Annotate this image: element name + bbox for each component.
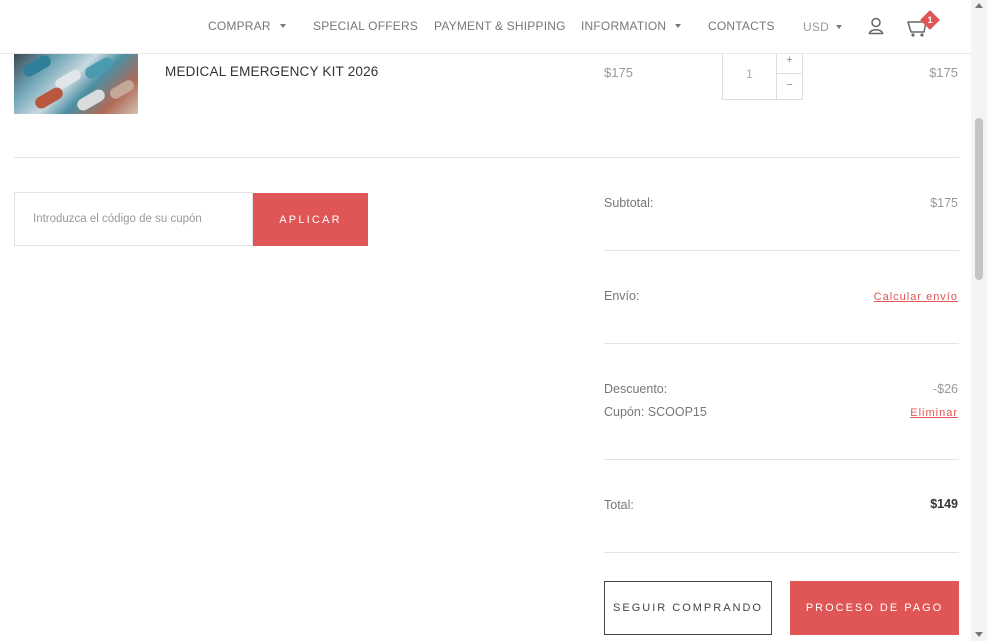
product-unit-price: $175 [604,65,633,80]
nav-comprar[interactable]: COMPRAR [208,19,286,33]
currency-label: USD [803,20,829,34]
cart-divider [14,157,959,158]
chevron-down-icon [675,24,682,28]
scrollbar[interactable] [971,0,987,641]
quantity-decrease-button[interactable]: − [777,74,802,99]
scroll-thumb[interactable] [975,118,983,280]
chevron-down-icon [279,24,286,28]
user-icon-graphic [868,17,884,35]
total-value: $149 [930,497,958,511]
user-icon[interactable] [868,17,884,35]
nav-payment-shipping[interactable]: PAYMENT & SHIPPING [434,19,566,33]
coupon-input[interactable] [14,192,253,246]
scroll-down-icon[interactable] [975,632,983,637]
cart-count: 1 [927,15,933,25]
nav-information[interactable]: INFORMATION [581,19,682,33]
shipping-label: Envío: [604,289,640,303]
quantity-input[interactable]: 1 [723,49,777,99]
nav-special-offers-label: SPECIAL OFFERS [313,19,419,33]
quantity-stepper: 1 + − [722,48,803,100]
checkout-button[interactable]: PROCESO DE PAGO [790,581,959,635]
product-name[interactable]: MEDICAL EMERGENCY KIT 2026 [165,64,379,79]
discount-value: -$26 [932,382,958,396]
site-header: COMPRAR SPECIAL OFFERS PAYMENT & SHIPPIN… [0,0,971,54]
nav-special-offers[interactable]: SPECIAL OFFERS [313,19,418,33]
chevron-down-icon [835,25,842,29]
totals-divider [604,459,959,460]
coupon-applied-label: Cupón: SCOOP15 [604,405,707,419]
apply-coupon-button[interactable]: APLICAR [253,193,368,246]
nav-payment-shipping-label: PAYMENT & SHIPPING [434,19,566,33]
nav-contacts[interactable]: CONTACTS [708,19,775,33]
nav-information-label: INFORMATION [581,19,667,33]
totals-divider [604,552,959,553]
discount-label: Descuento: [604,382,668,396]
total-label: Total: [604,498,634,512]
subtotal-label: Subtotal: [604,196,654,210]
totals-divider [604,343,959,344]
nav-contacts-label: CONTACTS [708,19,775,33]
subtotal-value: $175 [930,196,958,210]
product-line-total: $175 [929,65,958,80]
continue-shopping-button[interactable]: SEGUIR COMPRANDO [604,581,772,635]
nav-comprar-label: COMPRAR [208,19,271,33]
calculate-shipping-link[interactable]: Calcular envío [874,291,958,303]
cart-icon[interactable]: 1 [906,10,940,39]
remove-coupon-link[interactable]: Eliminar [910,407,958,419]
scroll-up-icon[interactable] [975,3,983,8]
currency-selector[interactable]: USD [803,20,842,34]
totals-divider [604,250,959,251]
product-image[interactable] [14,54,138,114]
cart-count-badge: 1 [920,10,940,30]
